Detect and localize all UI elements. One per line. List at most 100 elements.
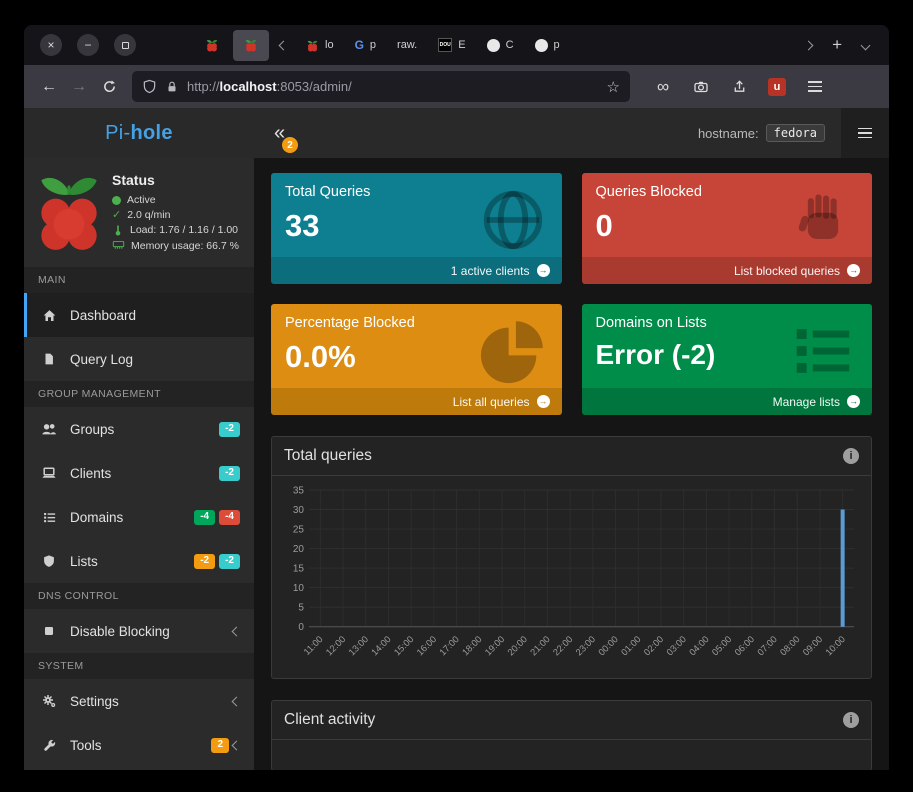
reload-button[interactable] xyxy=(94,72,124,102)
sidebar-item-label: Lists xyxy=(70,554,98,569)
screenshot-camera-icon[interactable] xyxy=(686,72,716,102)
url-bar[interactable]: http://localhost:8053/admin/ ☆ xyxy=(132,71,630,102)
tab-github-1[interactable]: C xyxy=(478,30,523,61)
svg-text:00:00: 00:00 xyxy=(596,634,619,657)
logo-text-bold: hole xyxy=(131,122,173,145)
dashboard-content: Total Queries 33 1 active clients → xyxy=(254,158,889,770)
header-menu-button[interactable] xyxy=(841,108,889,158)
pie-chart-icon xyxy=(478,316,548,386)
panel-title: Client activity xyxy=(284,711,375,729)
svg-text:16:00: 16:00 xyxy=(415,634,438,657)
arrow-circle-icon: → xyxy=(847,264,860,277)
total-queries-panel: Total queries i 11:0012:0013:0014:0015:0… xyxy=(271,436,872,679)
sidebar-item-clients[interactable]: Clients -2 xyxy=(24,451,254,495)
tab-localhost[interactable]: lo xyxy=(297,30,343,61)
svg-text:23:00: 23:00 xyxy=(574,634,597,657)
client-activity-chart-area xyxy=(272,740,871,770)
document-icon xyxy=(40,352,58,366)
info-icon[interactable]: i xyxy=(843,712,859,728)
lists-count-badge: -2 xyxy=(219,554,240,569)
infinity-extension-icon[interactable]: ∞ xyxy=(648,72,678,102)
arrow-circle-icon: → xyxy=(847,395,860,408)
chevron-down-icon xyxy=(861,41,871,51)
forward-button[interactable]: → xyxy=(64,72,94,102)
info-icon[interactable]: i xyxy=(843,448,859,464)
status-title: Status xyxy=(112,172,239,188)
sidebar-item-domains[interactable]: Domains -4 -4 xyxy=(24,495,254,539)
minimize-icon: − xyxy=(84,38,91,52)
navigation-toolbar: ← → http://localhost:8053/admin/ ☆ ∞ xyxy=(24,65,889,108)
status-block: Status Active ✓ 2.0 q/min L xyxy=(112,172,239,255)
pihole-favicon-icon xyxy=(244,38,258,52)
list-all-tabs-button[interactable] xyxy=(862,36,869,54)
dou-favicon-icon: DOU xyxy=(438,38,452,52)
globe-icon xyxy=(478,185,548,255)
chevron-left-icon xyxy=(232,626,242,636)
desktop-background: × − lo G p xyxy=(0,0,913,792)
svg-text:09:00: 09:00 xyxy=(801,634,824,657)
new-tab-button[interactable]: + xyxy=(832,35,842,55)
minimize-window-button[interactable]: − xyxy=(77,34,99,56)
svg-text:22:00: 22:00 xyxy=(551,634,574,657)
app-body: Status Active ✓ 2.0 q/min L xyxy=(24,158,889,770)
tab-active-pihole[interactable] xyxy=(233,30,269,61)
scroll-tabs-right-button[interactable] xyxy=(805,36,812,54)
svg-text:5: 5 xyxy=(298,603,304,614)
pihole-admin-page: Pi-hole « 2 hostname: fedora xyxy=(24,108,889,770)
status-text: Load: 1.76 / 1.16 / 1.00 xyxy=(130,224,238,236)
domains-on-lists-card-footer[interactable]: Manage lists → xyxy=(582,388,873,415)
gears-icon xyxy=(40,693,58,709)
svg-text:05:00: 05:00 xyxy=(710,634,733,657)
total-queries-card-footer[interactable]: 1 active clients → xyxy=(271,257,562,284)
sidebar-item-disable-blocking[interactable]: Disable Blocking xyxy=(24,609,254,653)
tab-google[interactable]: G p xyxy=(346,30,385,61)
update-count-badge: 2 xyxy=(282,137,298,153)
sidebar-item-tools[interactable]: Tools 2 xyxy=(24,723,254,767)
bookmark-star-icon[interactable]: ☆ xyxy=(607,78,620,96)
chevron-right-icon xyxy=(804,41,814,51)
camera-icon xyxy=(693,79,709,95)
svg-text:11:00: 11:00 xyxy=(302,634,325,657)
sidebar-item-settings[interactable]: Settings xyxy=(24,679,254,723)
tab-dou[interactable]: DOU E xyxy=(429,30,474,61)
percentage-blocked-card-footer[interactable]: List all queries → xyxy=(271,388,562,415)
ublock-origin-icon[interactable]: u xyxy=(762,72,792,102)
back-button[interactable]: ← xyxy=(34,72,64,102)
sidebar-item-label: Dashboard xyxy=(70,308,136,323)
svg-text:02:00: 02:00 xyxy=(642,634,665,657)
hostname: hostname: fedora xyxy=(698,124,825,142)
tab-bar: × − lo G p xyxy=(24,25,889,65)
logo-text: Pi- xyxy=(105,122,130,145)
domains-on-lists-card: Domains on Lists Error (-2) Manage lists… xyxy=(582,304,873,415)
close-window-button[interactable]: × xyxy=(40,34,62,56)
svg-text:04:00: 04:00 xyxy=(687,634,710,657)
home-icon xyxy=(40,308,58,323)
svg-text:03:00: 03:00 xyxy=(665,634,688,657)
url-host: localhost xyxy=(220,79,277,94)
google-favicon-icon: G xyxy=(355,38,364,52)
pihole-logo[interactable]: Pi-hole xyxy=(24,108,254,158)
svg-text:10: 10 xyxy=(293,583,305,594)
status-active-icon xyxy=(112,196,121,205)
total-queries-panel-header: Total queries i xyxy=(272,437,871,476)
total-queries-card: Total Queries 33 1 active clients → xyxy=(271,173,562,284)
scroll-tabs-left-button[interactable] xyxy=(272,30,294,60)
hostname-value: fedora xyxy=(766,124,825,142)
queries-blocked-card-footer[interactable]: List blocked queries → xyxy=(582,257,873,284)
sidebar-item-groups[interactable]: Groups -2 xyxy=(24,407,254,451)
tab-pinned-pihole[interactable] xyxy=(194,30,230,61)
sidebar-item-label: Query Log xyxy=(70,352,133,367)
sidebar-item-dashboard[interactable]: Dashboard xyxy=(24,293,254,337)
sidebar-item-query-log[interactable]: Query Log xyxy=(24,337,254,381)
client-activity-panel: Client activity i xyxy=(271,700,872,770)
tab-github-2[interactable]: p xyxy=(526,30,569,61)
browser-menu-button[interactable] xyxy=(800,72,830,102)
connection-not-secure-lock-icon[interactable] xyxy=(165,80,179,94)
tab-label: E xyxy=(458,39,465,51)
maximize-window-button[interactable] xyxy=(114,34,136,56)
tab-raw[interactable]: raw. xyxy=(388,30,426,61)
sidebar-item-lists[interactable]: Lists -2 -2 xyxy=(24,539,254,583)
card-footer-label: Manage lists xyxy=(773,395,840,409)
url-text: http://localhost:8053/admin/ xyxy=(187,79,599,94)
share-upload-icon[interactable] xyxy=(724,72,754,102)
